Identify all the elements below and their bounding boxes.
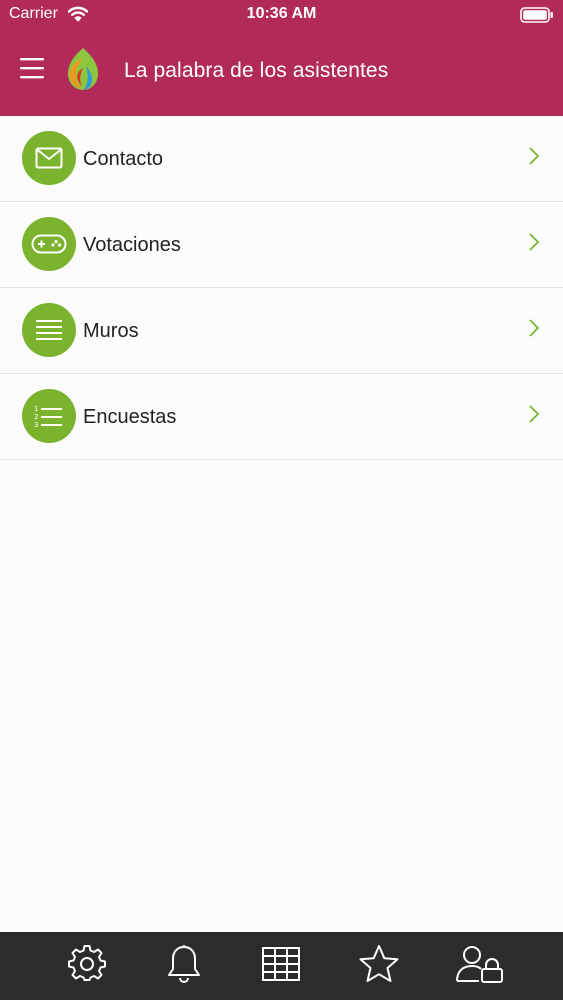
- list-item-encuestas[interactable]: 1 2 3 Encuestas: [0, 374, 563, 460]
- tab-settings[interactable]: [65, 942, 109, 986]
- page-title: La palabra de los asistentes: [124, 59, 389, 82]
- tab-account[interactable]: [455, 942, 505, 986]
- chevron-right-icon: [528, 404, 540, 429]
- bell-icon: [168, 945, 200, 983]
- list-item-votaciones[interactable]: Votaciones: [0, 202, 563, 288]
- lines-icon: [36, 320, 62, 340]
- envelope-icon: [35, 147, 63, 169]
- muros-icon-badge: [22, 303, 76, 357]
- gamepad-icon: [31, 234, 67, 254]
- svg-text:3: 3: [34, 421, 38, 428]
- hamburger-menu-button[interactable]: [18, 56, 48, 82]
- status-bar: Carrier 10:36 AM: [0, 0, 563, 30]
- svg-text:2: 2: [34, 413, 38, 421]
- grid-icon: [262, 947, 300, 981]
- user-lock-icon: [456, 946, 503, 983]
- hamburger-icon: [20, 58, 44, 79]
- contacto-icon-badge: [22, 131, 76, 185]
- list-item-label: Muros: [83, 320, 139, 342]
- list-item-label: Encuestas: [83, 406, 177, 428]
- battery-icon: [520, 7, 554, 28]
- numbered-list-icon: 1 2 3: [34, 405, 62, 428]
- tab-notifications[interactable]: [162, 942, 206, 986]
- app-header: Carrier 10:36 AM La palabra de los asist…: [0, 0, 563, 116]
- app-logo: [64, 46, 102, 92]
- bottom-tab-bar: [0, 932, 563, 1000]
- screen: Carrier 10:36 AM La palabra de los asist…: [0, 0, 563, 1000]
- tab-grid[interactable]: [259, 942, 303, 986]
- status-time: 10:36 AM: [246, 5, 317, 22]
- star-icon: [359, 945, 399, 982]
- list-item-muros[interactable]: Muros: [0, 288, 563, 374]
- gear-icon: [68, 945, 106, 981]
- list-item-label: Votaciones: [83, 234, 181, 256]
- chevron-right-icon: [528, 318, 540, 343]
- svg-text:1: 1: [34, 405, 38, 413]
- votaciones-icon-badge: [22, 217, 76, 271]
- menu-list: Contacto Votaciones Muros 1 2 3 Encuesta…: [0, 116, 563, 460]
- list-item-label: Contacto: [83, 148, 164, 170]
- chevron-right-icon: [528, 146, 540, 171]
- list-item-contacto[interactable]: Contacto: [0, 116, 563, 202]
- tab-favorites[interactable]: [357, 942, 401, 986]
- encuestas-icon-badge: 1 2 3: [22, 389, 76, 443]
- chevron-right-icon: [528, 232, 540, 257]
